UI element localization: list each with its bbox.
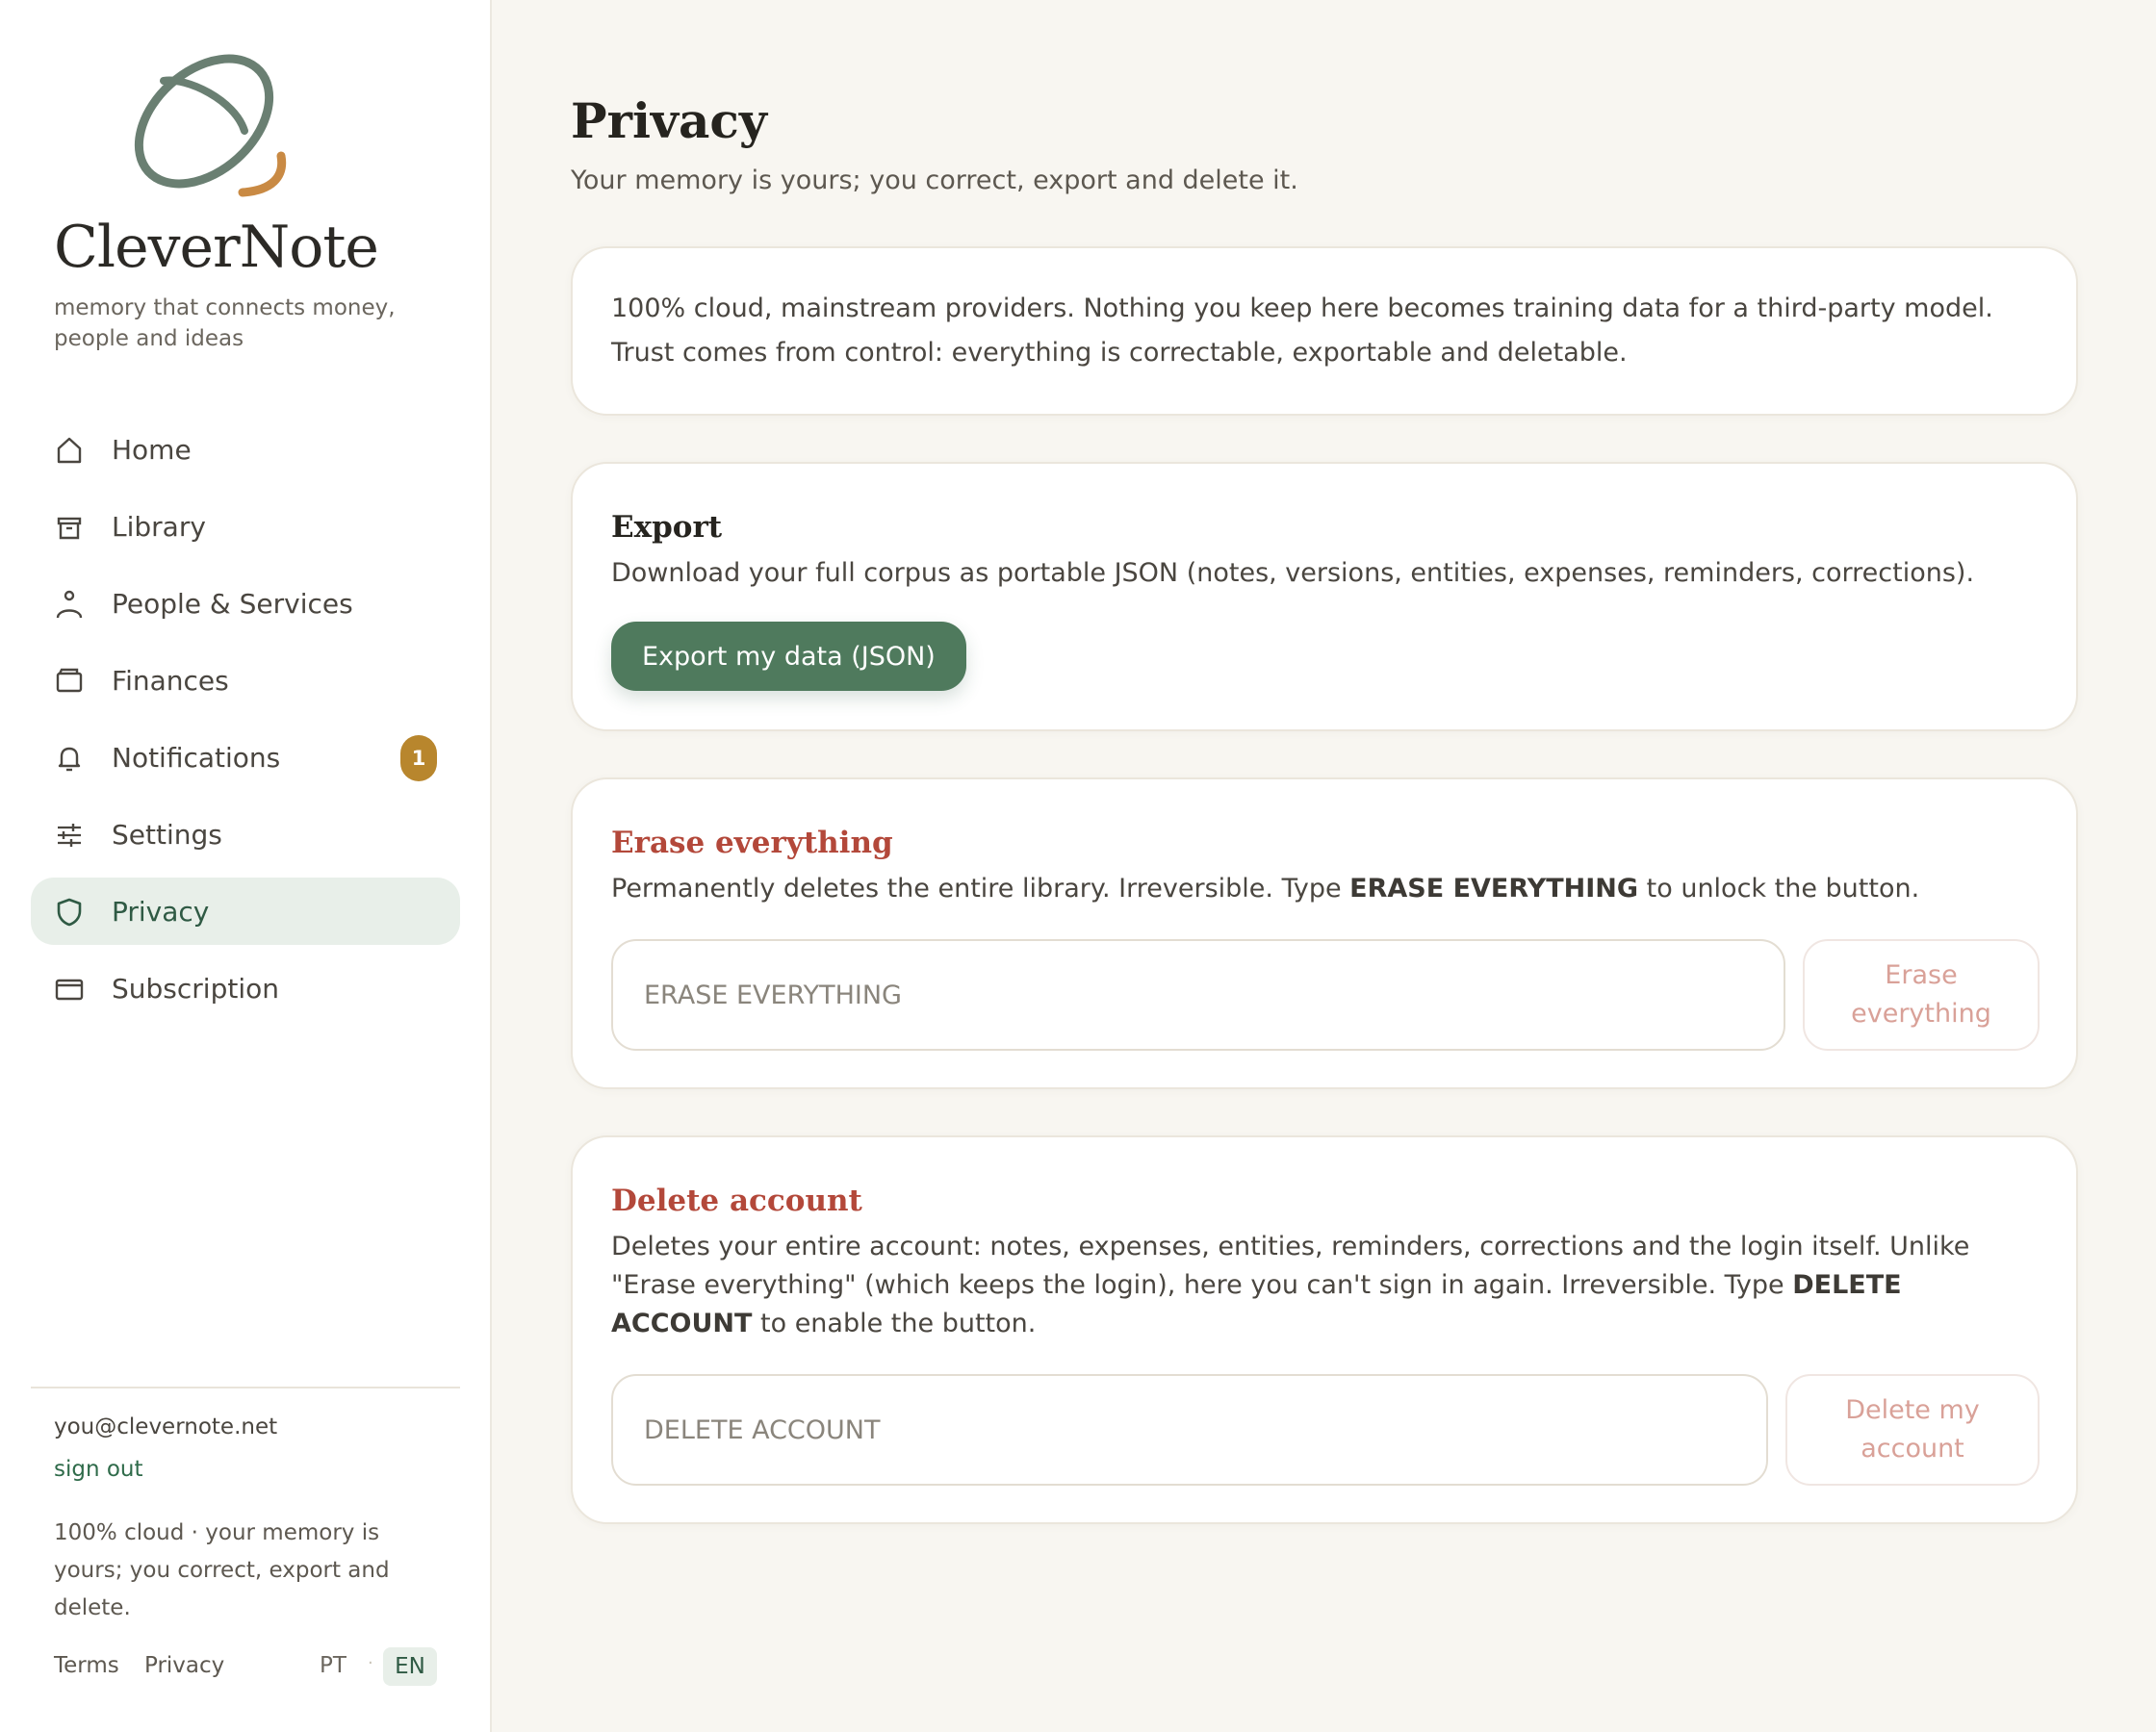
sidebar-item-subscription[interactable]: Subscription xyxy=(31,955,460,1022)
sidebar-footer: Terms Privacy PT · EN xyxy=(54,1647,439,1688)
erase-button-label-line1: Erase xyxy=(1885,960,1958,990)
delete-account-description: Deletes your entire account: notes, expe… xyxy=(611,1228,2036,1343)
export-data-button[interactable]: Export my data (JSON) xyxy=(611,622,966,691)
clevernote-logo-icon xyxy=(119,42,298,206)
privacy-info-card: 100% cloud, mainstream providers. Nothin… xyxy=(571,246,2078,416)
brand-name: CleverNote xyxy=(54,214,379,281)
erase-desc-text-end: to unlock the button. xyxy=(1638,874,1920,904)
sidebar-item-label: Finances xyxy=(112,665,229,697)
sidebar-item-label: Notifications xyxy=(112,742,281,774)
delete-button-label-line1: Delete my xyxy=(1845,1395,1980,1425)
shield-icon xyxy=(54,897,85,928)
erase-desc-text: Permanently deletes the entire library. … xyxy=(611,874,1350,904)
card-icon xyxy=(54,974,85,1005)
erase-everything-card: Erase everything Permanently deletes the… xyxy=(571,777,2078,1089)
privacy-info-text: 100% cloud, mainstream providers. Nothin… xyxy=(611,293,1993,368)
erase-everything-description: Permanently deletes the entire library. … xyxy=(611,870,2036,908)
home-icon xyxy=(54,435,85,466)
delete-account-card: Delete account Deletes your entire accou… xyxy=(571,1135,2078,1524)
sidebar-item-notifications[interactable]: Notifications 1 xyxy=(31,724,460,791)
sidebar-item-label: Settings xyxy=(112,819,222,851)
sidebar-privacy-note: 100% cloud · your memory is yours; you c… xyxy=(54,1520,390,1620)
user-email: you@clevernote.net xyxy=(54,1414,278,1439)
delete-desc-text: Deletes your entire account: notes, expe… xyxy=(611,1232,1970,1300)
sidebar-item-privacy[interactable]: Privacy xyxy=(31,878,460,945)
page-title: Privacy xyxy=(571,92,767,149)
language-separator: · xyxy=(368,1653,373,1673)
wallet-icon xyxy=(54,666,85,697)
export-description: Download your full corpus as portable JS… xyxy=(611,558,1975,588)
sign-out-link[interactable]: sign out xyxy=(54,1457,143,1482)
terms-link[interactable]: Terms xyxy=(54,1653,119,1678)
sidebar-item-home[interactable]: Home xyxy=(31,416,460,483)
erase-confirm-keyword: ERASE EVERYTHING xyxy=(1349,874,1639,904)
notification-count-badge: 1 xyxy=(400,735,437,781)
archive-icon xyxy=(54,512,85,543)
sidebar-item-label: Library xyxy=(112,511,206,543)
delete-account-button[interactable]: Delete my account xyxy=(1785,1374,2040,1486)
sidebar-item-label: Subscription xyxy=(112,973,279,1005)
language-en-button[interactable]: EN xyxy=(383,1647,437,1686)
delete-account-title: Delete account xyxy=(611,1184,862,1218)
page-subtitle: Your memory is yours; you correct, expor… xyxy=(571,166,1298,195)
export-card: Export Download your full corpus as port… xyxy=(571,462,2078,731)
sidebar-divider xyxy=(31,1387,460,1388)
sidebar-item-settings[interactable]: Settings xyxy=(31,801,460,868)
delete-desc-text-end: to enable the button. xyxy=(752,1309,1037,1338)
person-icon xyxy=(54,589,85,620)
delete-button-label-line2: account xyxy=(1861,1434,1964,1464)
sidebar-item-label: Home xyxy=(112,434,192,466)
sidebar-nav: Home Library People & Services Finances … xyxy=(31,416,460,1032)
erase-everything-title: Erase everything xyxy=(611,826,893,860)
export-title: Export xyxy=(611,510,723,545)
bell-icon xyxy=(54,743,85,774)
privacy-link[interactable]: Privacy xyxy=(144,1653,224,1678)
sidebar-item-label: Privacy xyxy=(112,896,210,928)
sidebar-item-people-services[interactable]: People & Services xyxy=(31,570,460,637)
sliders-icon xyxy=(54,820,85,851)
sidebar-item-label: People & Services xyxy=(112,588,353,620)
sidebar-item-finances[interactable]: Finances xyxy=(31,647,460,714)
erase-confirm-input[interactable] xyxy=(611,939,1785,1051)
language-pt-button[interactable]: PT xyxy=(320,1653,346,1678)
sidebar: CleverNote memory that connects money, p… xyxy=(0,0,492,1732)
sidebar-item-library[interactable]: Library xyxy=(31,493,460,560)
erase-button-label-line2: everything xyxy=(1851,999,1991,1029)
brand-tagline: memory that connects money, people and i… xyxy=(54,295,396,351)
delete-confirm-input[interactable] xyxy=(611,1374,1768,1486)
erase-everything-button[interactable]: Erase everything xyxy=(1803,939,2040,1051)
